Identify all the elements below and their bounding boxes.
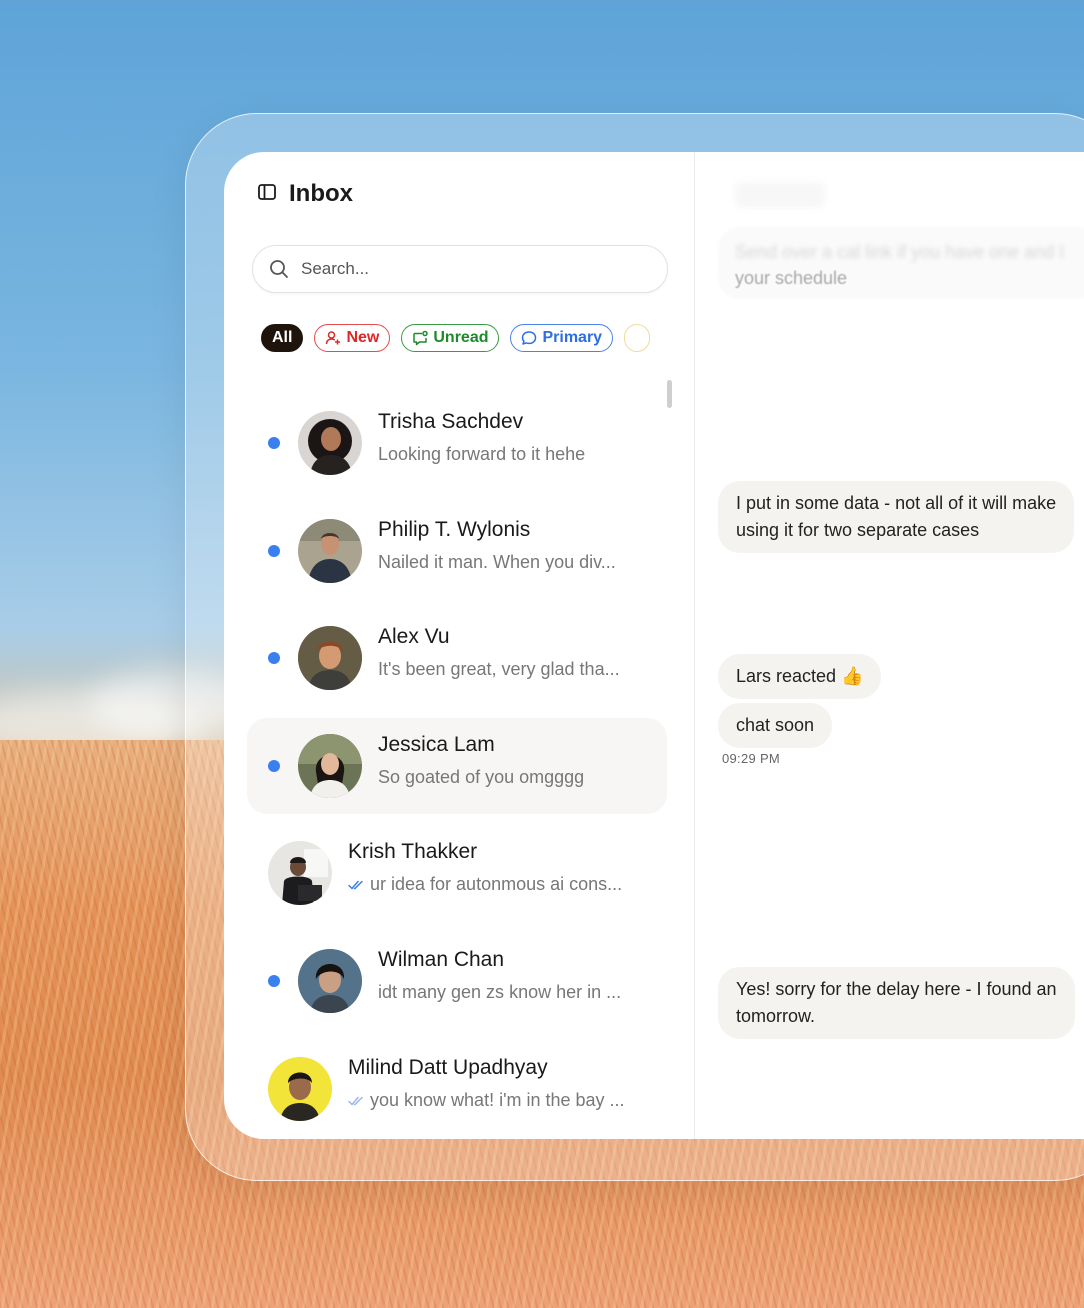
contact-name: Krish Thakker (348, 840, 478, 863)
message-text: using it for two separate cases (736, 520, 980, 540)
message-text: tomorrow. (736, 1006, 816, 1026)
search-input[interactable] (299, 258, 643, 280)
filter-chips: All New Unread Primary (261, 324, 661, 356)
message-text: chat soon (736, 715, 815, 735)
avatar (298, 519, 362, 583)
unread-dot (268, 545, 280, 557)
sidebar-toggle-icon[interactable] (257, 182, 277, 207)
inbox-sidebar: Inbox All New Unread Primary (224, 152, 695, 1139)
inbox-header: Inbox (257, 180, 353, 208)
contact-name: Jessica Lam (378, 733, 495, 756)
conversation-item-trisha-sachdev[interactable]: Trisha Sachdev Looking forward to it heh… (247, 395, 667, 491)
message-text: Lars reacted 👍 (736, 666, 864, 686)
message-timestamp: 09:29 PM (722, 751, 781, 766)
filter-chip-label: New (346, 329, 380, 346)
messaging-app-window: Inbox All New Unread Primary (224, 152, 1084, 1139)
message-preview: idt many gen zs know her in ... (378, 982, 622, 1002)
chat-header-placeholder (735, 182, 825, 208)
conversation-item-philip-t-wylonis[interactable]: Philip T. Wylonis Nailed it man. When yo… (247, 503, 667, 599)
contact-name: Alex Vu (378, 625, 450, 648)
message-preview: So goated of you omgggg (378, 767, 585, 787)
read-receipt-icon (348, 1095, 364, 1107)
filter-chip-label: Primary (542, 329, 603, 346)
filter-chip-unread[interactable]: Unread (401, 324, 500, 352)
filter-chip-more[interactable] (624, 324, 651, 352)
message-preview: you know what! i'm in the bay ... (348, 1090, 625, 1111)
message-text: Send over a cal link if you have one and… (735, 242, 1065, 262)
contact-name: Philip T. Wylonis (378, 518, 531, 541)
message-text: I put in some data - not all of it will … (736, 493, 1057, 513)
message-bubble: Yes! sorry for the delay here - I found … (718, 967, 1075, 1039)
unread-dot (268, 437, 280, 449)
page-title: Inbox (289, 180, 353, 207)
unread-dot (268, 975, 280, 987)
avatar (298, 411, 362, 475)
filter-chip-label: All (272, 329, 293, 346)
message-preview: ur idea for autonmous ai cons... (348, 874, 622, 895)
message-preview: Nailed it man. When you div... (378, 552, 616, 572)
message-text: your schedule (735, 268, 848, 288)
filter-chip-new[interactable]: New (314, 324, 391, 352)
contact-name: Wilman Chan (378, 948, 505, 971)
unread-dot (268, 652, 280, 664)
avatar (268, 841, 332, 905)
message-preview: Looking forward to it hehe (378, 444, 586, 464)
chat-bubble-icon (522, 331, 537, 345)
avatar (268, 1057, 332, 1121)
filter-chip-label: Unread (433, 329, 489, 346)
unread-dot (268, 760, 280, 772)
avatar (298, 626, 362, 690)
contact-name: Milind Datt Upadhyay (348, 1056, 548, 1079)
search-icon (270, 260, 288, 278)
scrollbar[interactable] (667, 380, 672, 408)
reaction-bubble: Lars reacted 👍 (718, 654, 882, 699)
message-bubble: I put in some data - not all of it will … (718, 481, 1075, 553)
message-preview: It's been great, very glad tha... (378, 659, 620, 679)
avatar (298, 949, 362, 1013)
avatar (298, 734, 362, 798)
unread-message-icon (413, 330, 429, 346)
message-bubble: chat soon (718, 703, 833, 748)
conversation-item-wilman-chan[interactable]: Wilman Chan idt many gen zs know her in … (247, 933, 667, 1029)
read-receipt-icon (348, 879, 364, 891)
conversation-item-jessica-lam[interactable]: Jessica Lam So goated of you omgggg (247, 718, 667, 814)
conversation-item-alex-vu[interactable]: Alex Vu It's been great, very glad tha..… (247, 610, 667, 706)
person-add-icon (326, 331, 341, 345)
search-bar[interactable] (252, 245, 668, 293)
contact-name: Trisha Sachdev (378, 410, 524, 433)
filter-chip-all[interactable]: All (261, 324, 304, 352)
conversation-item-milind-datt-upadhyay[interactable]: Milind Datt Upadhyay you know what! i'm … (247, 1041, 667, 1137)
conversation-item-krish-thakker[interactable]: Krish Thakker ur idea for autonmous ai c… (247, 825, 667, 921)
filter-chip-primary[interactable]: Primary (510, 324, 614, 352)
chat-pane: Send over a cal link if you have one and… (695, 152, 1084, 1139)
message-text: Yes! sorry for the delay here - I found … (736, 979, 1057, 999)
